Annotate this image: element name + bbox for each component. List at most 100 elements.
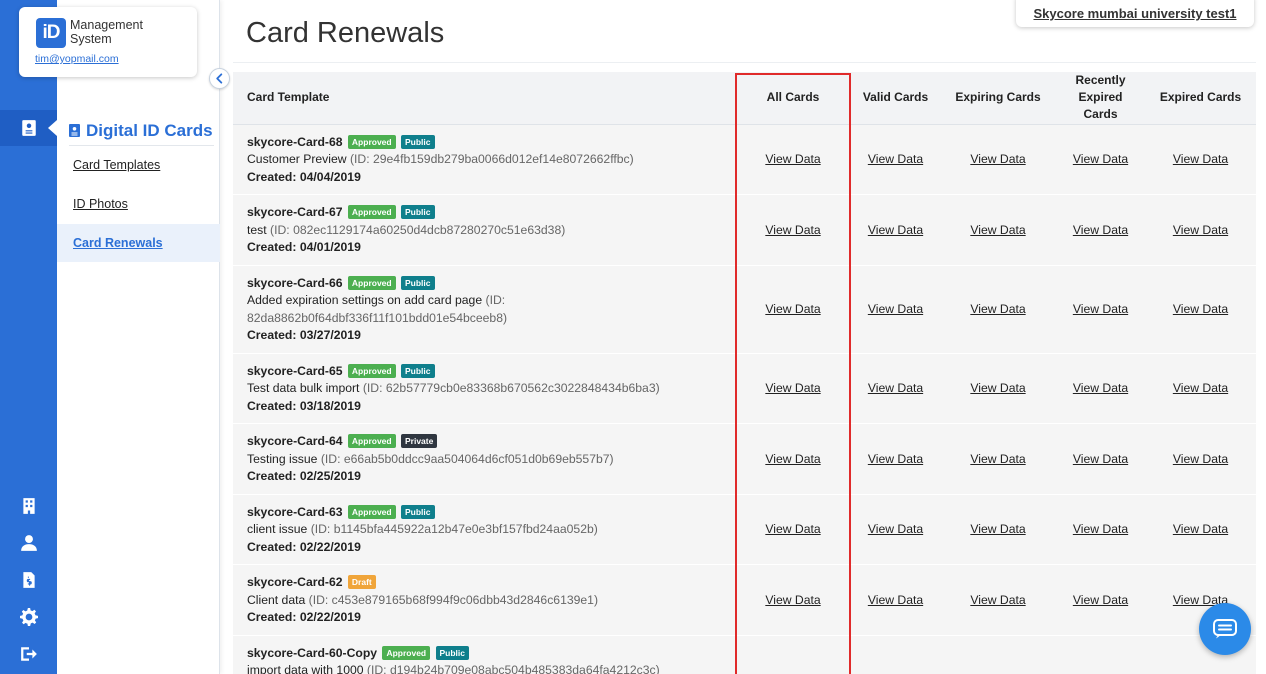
- recently-expired-cards-cell: View Data: [1056, 635, 1145, 674]
- view-data-link-recently-expired-cards[interactable]: View Data: [1073, 452, 1128, 466]
- brand-card: iD Management System tim@yopmail.com: [19, 7, 197, 77]
- collapse-sidebar-button[interactable]: [209, 68, 230, 89]
- expiring-cards-cell: View Data: [940, 265, 1056, 354]
- view-data-link-valid-cards[interactable]: View Data: [868, 522, 923, 536]
- logo-text: iD: [42, 22, 61, 43]
- rail-item-logout[interactable]: [0, 636, 57, 672]
- view-data-link-all-cards[interactable]: View Data: [765, 522, 820, 536]
- card-template-name[interactable]: skycore-Card-68: [247, 135, 343, 149]
- card-id: (ID: 29e4fb159db279ba0066d012ef14e807266…: [349, 152, 634, 166]
- table-row: skycore-Card-68 Approved Public Customer …: [233, 124, 1256, 195]
- created-label: Created:: [247, 539, 297, 554]
- view-data-link-expired-cards[interactable]: View Data: [1173, 381, 1228, 395]
- status-badge: Public: [400, 363, 435, 378]
- card-template-cell: skycore-Card-63 Approved Public client is…: [233, 494, 735, 565]
- view-data-link-expiring-cards[interactable]: View Data: [970, 452, 1025, 466]
- expiring-cards-cell: View Data: [940, 635, 1056, 674]
- user-email-link[interactable]: tim@yopmail.com: [35, 53, 119, 65]
- view-data-link-recently-expired-cards[interactable]: View Data: [1073, 381, 1128, 395]
- table-row: skycore-Card-64 Approved Private Testing …: [233, 423, 1256, 495]
- sidebar-item-card-renewals[interactable]: Card Renewals: [57, 224, 220, 262]
- rail-item-settings[interactable]: [0, 599, 57, 635]
- view-data-link-recently-expired-cards[interactable]: View Data: [1073, 302, 1128, 316]
- expired-cards-cell: View Data: [1145, 423, 1256, 495]
- table-row: skycore-Card-63 Approved Public client is…: [233, 494, 1256, 565]
- card-template-cell: skycore-Card-64 Approved Private Testing …: [233, 423, 735, 495]
- rail-item-users[interactable]: [0, 525, 57, 561]
- column-header-recently-expired-cards: Recently Expired Cards: [1056, 72, 1145, 125]
- view-data-link-all-cards[interactable]: View Data: [765, 302, 820, 316]
- valid-cards-cell: View Data: [851, 194, 940, 266]
- created-label: Created:: [247, 328, 297, 342]
- rail-item-id-cards[interactable]: [0, 110, 57, 146]
- sidebar-item-card-templates[interactable]: Card Templates: [57, 146, 220, 184]
- view-data-link-all-cards[interactable]: View Data: [765, 152, 820, 166]
- card-description: Test data bulk import: [247, 381, 360, 395]
- view-data-link-valid-cards[interactable]: View Data: [868, 152, 923, 166]
- view-data-link-expiring-cards[interactable]: View Data: [970, 152, 1025, 166]
- status-badge: Approved: [347, 504, 396, 519]
- view-data-link-expired-cards[interactable]: View Data: [1173, 152, 1228, 166]
- view-data-link-valid-cards[interactable]: View Data: [868, 302, 923, 316]
- created-label: Created:: [247, 398, 297, 413]
- view-data-link-expiring-cards[interactable]: View Data: [970, 522, 1025, 536]
- view-data-link-expired-cards[interactable]: View Data: [1173, 452, 1228, 466]
- expired-cards-cell: View Data: [1145, 194, 1256, 266]
- status-badge: Public: [435, 645, 470, 660]
- card-template-name[interactable]: skycore-Card-60-Copy: [247, 646, 377, 660]
- status-badge: Approved: [347, 205, 396, 219]
- chat-button[interactable]: [1199, 603, 1251, 655]
- view-data-link-valid-cards[interactable]: View Data: [868, 223, 923, 237]
- card-template-name[interactable]: skycore-Card-67: [247, 205, 343, 219]
- all-cards-cell: View Data: [735, 353, 851, 424]
- view-data-link-all-cards[interactable]: View Data: [765, 593, 820, 607]
- card-id: (ID: c453e879165b68f994f9c06dbb43d2846c6…: [308, 592, 599, 607]
- card-id: (ID: 62b57779cb0e83368b670562c3022848434…: [362, 381, 660, 395]
- view-data-link-recently-expired-cards[interactable]: View Data: [1073, 522, 1128, 536]
- view-data-link-all-cards[interactable]: View Data: [765, 223, 820, 237]
- valid-cards-cell: View Data: [851, 564, 940, 636]
- expiring-cards-cell: View Data: [940, 423, 1056, 495]
- sidebar-item-id-photos[interactable]: ID Photos: [57, 185, 220, 223]
- chat-icon: [1213, 619, 1237, 639]
- view-data-link-valid-cards[interactable]: View Data: [868, 381, 923, 395]
- status-badge: Approved: [347, 363, 396, 378]
- expiring-cards-cell: View Data: [940, 564, 1056, 636]
- table-row: skycore-Card-66 Approved Public Added exp…: [233, 265, 1256, 354]
- view-data-link-expired-cards[interactable]: View Data: [1173, 223, 1228, 237]
- view-data-link-expired-cards[interactable]: View Data: [1173, 522, 1228, 536]
- rail-item-billing[interactable]: [0, 562, 57, 598]
- column-header-card-template: Card Template: [233, 72, 735, 125]
- view-data-link-expiring-cards[interactable]: View Data: [970, 223, 1025, 237]
- created-date: 04/04/2019: [299, 169, 361, 184]
- organization-selector[interactable]: Skycore mumbai university test1: [1016, 0, 1254, 27]
- valid-cards-cell: View Data: [851, 265, 940, 354]
- card-description: Customer Preview: [247, 152, 347, 166]
- card-description: import data with 1000: [247, 663, 364, 674]
- view-data-link-all-cards[interactable]: View Data: [765, 452, 820, 466]
- view-data-link-recently-expired-cards[interactable]: View Data: [1073, 223, 1128, 237]
- recently-expired-cards-cell: View Data: [1056, 265, 1145, 354]
- card-template-name[interactable]: skycore-Card-66: [247, 276, 343, 290]
- created-label: Created:: [247, 610, 297, 624]
- card-template-name[interactable]: skycore-Card-62: [247, 575, 343, 589]
- card-description: Testing issue: [247, 451, 318, 466]
- view-data-link-recently-expired-cards[interactable]: View Data: [1073, 593, 1128, 607]
- view-data-link-recently-expired-cards[interactable]: View Data: [1073, 152, 1128, 166]
- view-data-link-expired-cards[interactable]: View Data: [1173, 302, 1228, 316]
- card-template-name[interactable]: skycore-Card-65: [247, 364, 343, 378]
- view-data-link-all-cards[interactable]: View Data: [765, 381, 820, 395]
- created-date: 03/27/2019: [299, 328, 361, 342]
- status-badge: Private: [400, 434, 438, 448]
- view-data-link-valid-cards[interactable]: View Data: [868, 452, 923, 466]
- card-template-name[interactable]: skycore-Card-63: [247, 505, 343, 519]
- rail-item-organizations[interactable]: [0, 488, 57, 524]
- view-data-link-expiring-cards[interactable]: View Data: [970, 593, 1025, 607]
- view-data-link-expiring-cards[interactable]: View Data: [970, 381, 1025, 395]
- view-data-link-valid-cards[interactable]: View Data: [868, 593, 923, 607]
- all-cards-cell: View Data: [735, 124, 851, 195]
- card-template-name[interactable]: skycore-Card-64: [247, 434, 343, 448]
- document-dollar-icon: [22, 572, 35, 588]
- view-data-link-expiring-cards[interactable]: View Data: [970, 302, 1025, 316]
- card-template-cell: skycore-Card-68 Approved Public Customer …: [233, 124, 735, 195]
